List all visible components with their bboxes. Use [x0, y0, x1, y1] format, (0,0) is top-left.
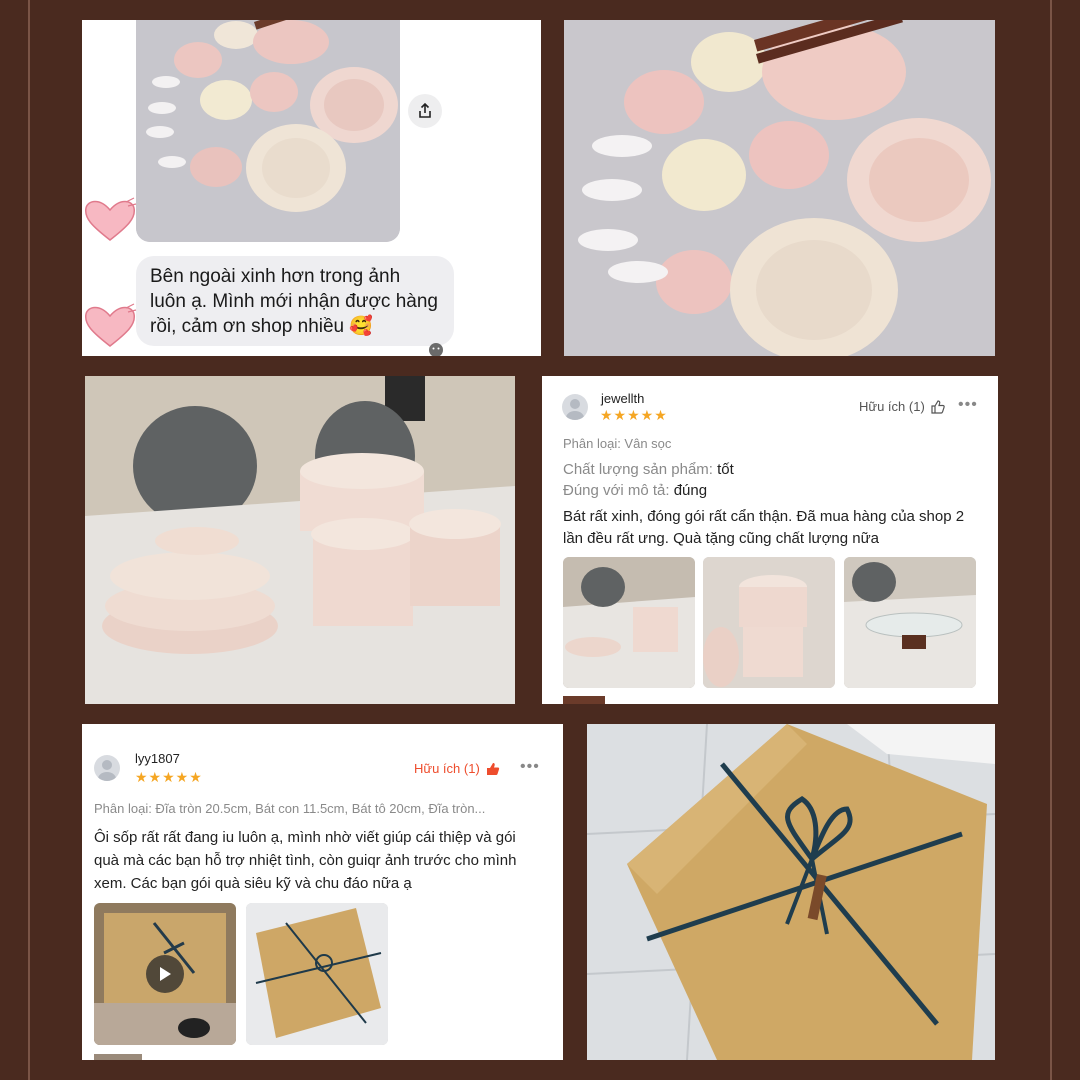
review-card-jewellth: jewellth ★★★★★ Hữu ích (1) ••• Phân loại… — [542, 376, 998, 704]
heart-icon — [84, 303, 137, 347]
more-options-button[interactable]: ••• — [958, 396, 978, 414]
tableware-photo-message[interactable] — [136, 20, 400, 242]
match-label: Đúng với mô tả: — [563, 482, 670, 499]
avatar-icon — [98, 760, 116, 781]
helpful-button[interactable]: Hữu ích (1) — [414, 761, 500, 776]
play-icon — [160, 967, 171, 981]
review-video-thumbnail[interactable] — [94, 903, 236, 1045]
review-photo-thumbnail[interactable] — [246, 903, 388, 1045]
review-photo-thumbnail[interactable] — [844, 557, 976, 688]
helpful-button[interactable]: Hữu ích (1) — [859, 399, 945, 414]
gift-box-photo — [587, 724, 995, 1060]
chat-screenshot-panel: Bên ngoài xinh hơn trong ảnh luôn ạ. Mìn… — [82, 20, 541, 356]
media-thumbnail-partial — [94, 1054, 142, 1060]
review-photo-thumbnail[interactable] — [563, 557, 695, 688]
thumbs-up-icon — [931, 399, 945, 414]
more-options-button[interactable]: ••• — [520, 758, 540, 776]
rating-stars: ★★★★★ — [600, 407, 668, 423]
heart-icon — [84, 197, 137, 241]
play-button[interactable] — [146, 955, 184, 993]
quality-row: Chất lượng sản phẩm: tốt — [563, 461, 734, 478]
review-card-lyy1807: lyy1807 ★★★★★ Hữu ích (1) ••• Phân loại:… — [82, 724, 563, 1060]
variant-label: Phân loại: Đĩa tròn 20.5cm, Bát con 11.5… — [94, 801, 486, 816]
reviewer-username[interactable]: jewellth — [601, 391, 644, 406]
variant-label: Phân loại: Vân sọc — [563, 436, 672, 451]
reviewer-username[interactable]: lyy1807 — [135, 751, 180, 766]
review-text: Bát rất xinh, đóng gói rất cẩn thận. Đã … — [563, 508, 965, 547]
avatar-icon — [566, 399, 584, 420]
thumbs-up-icon — [486, 762, 499, 775]
match-value: đúng — [673, 482, 708, 499]
media-thumbnail-partial — [563, 696, 605, 704]
review-photo-thumbnail[interactable] — [703, 557, 835, 688]
avatar — [562, 394, 588, 420]
tableware-table-photo — [85, 376, 515, 704]
share-icon — [419, 102, 431, 118]
rating-stars: ★★★★★ — [135, 769, 203, 785]
helpful-label: Hữu ích (1) — [859, 399, 925, 414]
helpful-label: Hữu ích (1) — [414, 761, 480, 776]
quality-value: tốt — [717, 461, 734, 478]
add-reaction-icon[interactable] — [428, 342, 444, 356]
match-row: Đúng với mô tả: đúng — [563, 482, 707, 499]
quality-label: Chất lượng sản phẩm: — [563, 461, 713, 478]
avatar — [94, 755, 120, 781]
share-button[interactable] — [408, 94, 442, 128]
review-text: Ôi sốp rất rất đang iu luôn ạ, mình nhờ … — [94, 829, 517, 892]
tableware-flatlay-photo — [564, 20, 995, 356]
chat-message-bubble: Bên ngoài xinh hơn trong ảnh luôn ạ. Mìn… — [136, 256, 454, 346]
